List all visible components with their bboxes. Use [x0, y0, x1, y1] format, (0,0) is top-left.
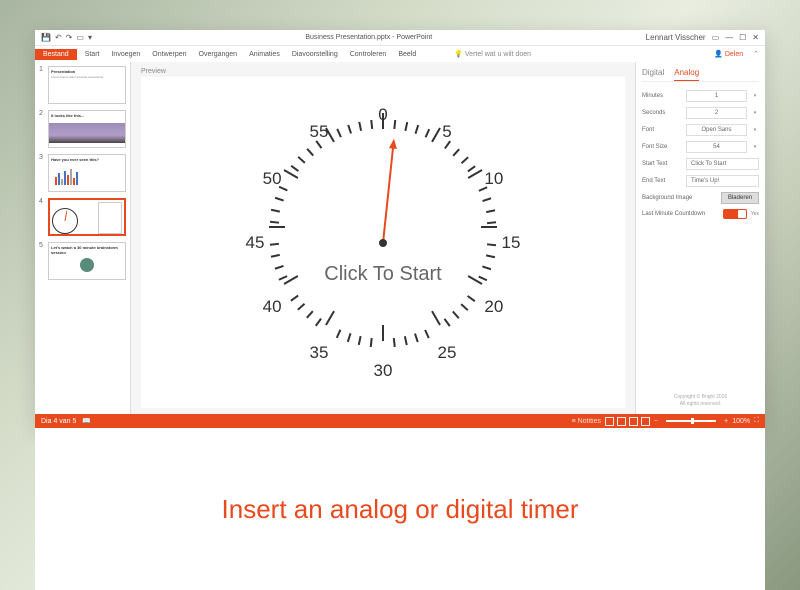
document-title: Business Presentation.pptx - PowerPoint [98, 34, 640, 41]
minimize-icon[interactable]: — [725, 33, 733, 42]
tab-animaties[interactable]: Animaties [247, 49, 282, 60]
slide-counter[interactable]: Dia 4 van 5 [41, 418, 76, 425]
main-editor: Preview 0510152025303540455055 Click To … [131, 62, 635, 414]
minutes-input[interactable]: 1 [686, 90, 747, 102]
analog-timer[interactable]: 0510152025303540455055 Click To Start [253, 113, 513, 373]
sorter-view-icon[interactable] [617, 417, 626, 426]
timer-settings-panel: Digital Analog Minutes 1 ▾ Seconds 2 ▾ Font O… [635, 62, 765, 414]
start-icon[interactable]: ▭ [76, 33, 84, 42]
tab-invoegen[interactable]: Invoegen [109, 49, 142, 60]
starttext-label: Start Text [642, 161, 682, 167]
maximize-icon[interactable]: ☐ [739, 33, 746, 42]
content-area: 1PresentationLorem ipsum dolor sit amet … [35, 62, 765, 414]
redo-icon[interactable]: ↷ [66, 33, 73, 42]
zoom-level[interactable]: 100% [732, 418, 750, 425]
clock-center [379, 239, 387, 247]
close-icon[interactable]: ✕ [752, 33, 759, 42]
countdown-label: Last Minute Countdown [642, 211, 719, 217]
endtext-input[interactable]: Time's Up! [686, 175, 759, 187]
bgimage-label: Background Image [642, 195, 717, 201]
lightbulb-icon: 💡 [454, 51, 463, 58]
quick-access-toolbar: 💾 ↶ ↷ ▭ ▾ [35, 33, 98, 42]
ribbon-tabs: Bestand Start Invoegen Ontwerpen Overgan… [35, 46, 765, 62]
normal-view-icon[interactable] [605, 417, 614, 426]
tab-controleren[interactable]: Controleren [348, 49, 389, 60]
font-dropdown-icon[interactable]: ▾ [751, 127, 759, 133]
seconds-input[interactable]: 2 [686, 107, 747, 119]
clock-start-text[interactable]: Click To Start [324, 263, 441, 286]
tab-beeld[interactable]: Beeld [396, 49, 418, 60]
zoom-out-icon[interactable]: − [654, 418, 658, 425]
thumbnail-3[interactable]: 3Have you ever seen this? [39, 154, 126, 192]
view-mode-icons [605, 417, 650, 426]
thumbnail-5[interactable]: 5Let's watch a 30 minute brainstorm sess… [39, 242, 126, 280]
user-name[interactable]: Lennart Visscher [646, 33, 706, 42]
minutes-label: Minutes [642, 93, 682, 99]
collapse-ribbon-icon[interactable]: ⌃ [747, 50, 765, 58]
qat-more-icon[interactable]: ▾ [88, 33, 92, 42]
slide-canvas[interactable]: 0510152025303540455055 Click To Start [141, 77, 625, 408]
font-select[interactable]: Open Sans [686, 124, 747, 136]
seconds-spinner[interactable]: ▾ [751, 110, 759, 116]
tell-me-search[interactable]: 💡 Vertel wat u wilt doen [454, 50, 531, 58]
thumbnail-1[interactable]: 1PresentationLorem ipsum dolor sit amet … [39, 66, 126, 104]
fontsize-label: Font Size [642, 144, 682, 150]
powerpoint-window: 💾 ↶ ↷ ▭ ▾ Business Presentation.pptx - P… [35, 30, 765, 428]
browse-button[interactable]: Bladeren [721, 192, 759, 204]
fit-to-window-icon[interactable]: ⛶ [754, 417, 759, 425]
reading-view-icon[interactable] [629, 417, 638, 426]
countdown-toggle[interactable] [723, 209, 747, 219]
caption-banner: Insert an analog or digital timer [35, 428, 765, 590]
seconds-label: Seconds [642, 110, 682, 116]
countdown-state: Yes [751, 211, 759, 217]
tab-analog[interactable]: Analog [674, 68, 699, 81]
fontsize-input[interactable]: 54 [686, 141, 747, 153]
zoom-slider[interactable] [666, 420, 716, 422]
status-bar: Dia 4 van 5 📖 ≡ Notities − + 100% ⛶ [35, 414, 765, 428]
file-tab[interactable]: Bestand [35, 49, 77, 60]
minutes-spinner[interactable]: ▾ [751, 93, 759, 99]
tab-overgangen[interactable]: Overgangen [197, 49, 240, 60]
font-label: Font [642, 127, 682, 133]
thumbnail-4[interactable]: 4 [39, 198, 126, 236]
fontsize-spinner[interactable]: ▾ [751, 144, 759, 150]
share-button[interactable]: 👤Delen [710, 50, 747, 58]
thumbnail-2[interactable]: 2It looks like this... [39, 110, 126, 148]
person-icon: 👤 [714, 50, 723, 58]
tab-diavoorstelling[interactable]: Diavoorstelling [290, 49, 340, 60]
preview-label: Preview [141, 68, 625, 75]
undo-icon[interactable]: ↶ [55, 33, 62, 42]
save-icon[interactable]: 💾 [41, 33, 51, 42]
title-bar: 💾 ↶ ↷ ▭ ▾ Business Presentation.pptx - P… [35, 30, 765, 46]
notes-button[interactable]: ≡ Notities [572, 418, 601, 425]
zoom-in-icon[interactable]: + [724, 418, 728, 425]
ribbon-options-icon[interactable]: ▭ [712, 33, 720, 42]
slide-thumbnails: 1PresentationLorem ipsum dolor sit amet … [35, 62, 131, 414]
caption-text: Insert an analog or digital timer [222, 494, 579, 525]
tab-ontwerpen[interactable]: Ontwerpen [150, 49, 188, 60]
slideshow-view-icon[interactable] [641, 417, 650, 426]
endtext-label: End Text [642, 178, 682, 184]
tab-digital[interactable]: Digital [642, 68, 664, 81]
starttext-input[interactable]: Click To Start [686, 158, 759, 170]
tab-start[interactable]: Start [83, 49, 102, 60]
spellcheck-icon[interactable]: 📖 [82, 417, 91, 425]
panel-footer: Copyright © Bright 2016All rights reserv… [642, 394, 759, 408]
